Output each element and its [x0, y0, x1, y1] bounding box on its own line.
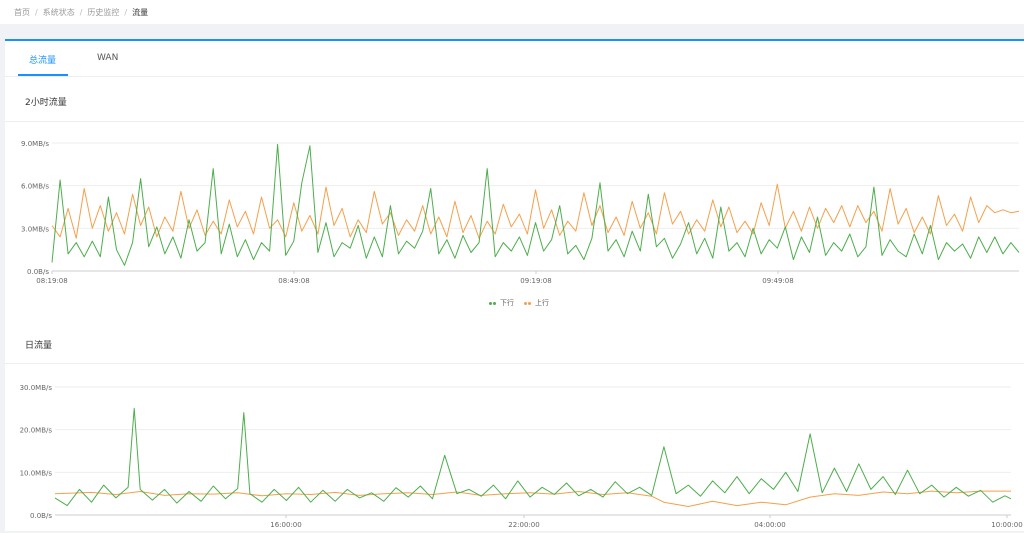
breadcrumb-home[interactable]: 首页 [14, 7, 30, 18]
breadcrumb-separator: / [79, 7, 83, 17]
legend-item-down[interactable]: 下行 [489, 298, 514, 308]
x-tick-label: 10:00:00 [991, 521, 1022, 529]
series-line-up [51, 183, 1020, 239]
y-tick-label: 3.0MB/s [21, 225, 49, 233]
y-tick-label: 0.0B/s [27, 268, 49, 276]
series-line-down [54, 407, 1012, 507]
series-line-down [51, 143, 1020, 266]
tab-bar: 总流量 WAN [5, 41, 1024, 77]
tab-active-indicator [18, 74, 68, 76]
hourly-traffic-title: 2小时流量 [25, 98, 67, 108]
hourly-traffic-chart[interactable]: 0.0B/s 3.0MB/s 6.0MB/s 9.0MB/s 08:19:08 08:49… [5, 131, 1024, 291]
breadcrumb: 首页 / 系统状态 / 历史监控 / 流量 [0, 0, 1024, 24]
legend-up-label: 上行 [535, 299, 549, 307]
breadcrumb-separator: / [35, 7, 38, 17]
x-tick-label: 08:49:08 [278, 277, 309, 285]
y-tick-label: 10.0MB/s [20, 469, 53, 477]
tab-total-traffic[interactable]: 总流量 [29, 53, 56, 66]
legend-down-swatch [489, 301, 497, 305]
y-tick-label: 9.0MB/s [21, 140, 49, 148]
daily-traffic-chart[interactable]: 0.0B/s 10.0MB/s 20.0MB/s 30.0MB/s 16:00:00 22… [5, 374, 1024, 533]
x-tick-label: 09:49:08 [762, 277, 793, 285]
x-tick-label: 04:00:00 [754, 521, 785, 529]
divider [5, 121, 1024, 122]
y-tick-label: 0.0B/s [30, 512, 52, 520]
tab-wan[interactable]: WAN [97, 53, 118, 63]
legend-up-swatch [524, 301, 532, 305]
x-tick-label: 09:19:08 [520, 277, 551, 285]
traffic-card: 总流量 WAN 2小时流量 0.0B/s 3.0MB/s 6.0MB/s 9.0MB/… [5, 39, 1024, 531]
x-tick-label: 16:00:00 [270, 521, 301, 529]
breadcrumb-current: 流量 [132, 7, 149, 17]
legend-down-label: 下行 [500, 299, 514, 307]
y-tick-label: 20.0MB/s [20, 427, 53, 435]
y-tick-label: 6.0MB/s [21, 183, 49, 191]
x-tick-label: 08:19:08 [36, 277, 67, 285]
x-tick-label: 22:00:00 [508, 521, 539, 529]
legend-item-up[interactable]: 上行 [524, 298, 549, 308]
breadcrumb-separator: / [124, 7, 128, 17]
breadcrumb-history-monitor[interactable]: 历史监控 [87, 7, 119, 18]
chart-legend: 下行 上行 [489, 298, 549, 308]
breadcrumb-system-status[interactable]: 系统状态 [43, 7, 75, 18]
y-tick-label: 30.0MB/s [20, 384, 53, 392]
daily-traffic-title: 日流量 [25, 341, 53, 351]
divider [5, 363, 1024, 364]
